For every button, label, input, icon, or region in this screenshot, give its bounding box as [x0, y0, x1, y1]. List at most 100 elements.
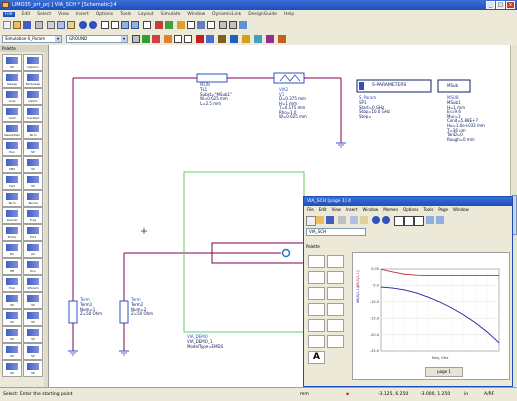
data-display-window[interactable]: VIA_SCH [page 1] 4 File Edit View Insert… [303, 196, 513, 387]
palette-item[interactable]: SP [23, 139, 43, 156]
ground-icon[interactable] [219, 21, 227, 29]
redo-icon[interactable] [382, 216, 390, 224]
via-symbol[interactable] [273, 72, 305, 84]
undo-icon[interactable] [79, 21, 87, 29]
sub-menu-file[interactable]: File [307, 206, 314, 214]
palette-item[interactable]: AC [23, 241, 43, 258]
polyline-icon[interactable] [308, 319, 325, 332]
palette-item[interactable]: Probe [2, 224, 22, 241]
copy-icon[interactable] [57, 21, 65, 29]
palette-item[interactable]: Optim [23, 88, 43, 105]
name-icon[interactable] [218, 35, 226, 43]
print-icon[interactable] [35, 21, 43, 29]
list-icon[interactable] [308, 303, 325, 316]
subwindow-combo[interactable]: VIA_SCH [306, 228, 366, 236]
menu-window[interactable]: Window [187, 12, 205, 17]
stop-icon[interactable] [196, 35, 204, 43]
mlin-symbol[interactable] [196, 73, 228, 83]
palette-item[interactable]: HB [2, 258, 22, 275]
copy-icon[interactable] [350, 216, 358, 224]
term1-symbol[interactable] [68, 300, 78, 324]
deactivate-icon[interactable] [164, 35, 172, 43]
component-history-icon[interactable] [132, 35, 140, 43]
new-icon[interactable] [3, 21, 11, 29]
rect-plot-icon[interactable] [308, 287, 325, 300]
menu-view[interactable]: View [58, 12, 69, 17]
table-icon[interactable] [327, 255, 344, 268]
palette-item[interactable]: Deemb [2, 207, 22, 224]
palette-item[interactable]: Yield [2, 105, 22, 122]
push-into-icon[interactable] [155, 21, 163, 29]
palette-item[interactable]: DC [2, 241, 22, 258]
var-icon[interactable] [239, 21, 247, 29]
insert-wire-icon[interactable] [230, 35, 238, 43]
equation-icon[interactable] [327, 303, 344, 316]
menu-select[interactable]: Select [37, 12, 51, 17]
menu-tools[interactable]: Tools [120, 12, 131, 17]
sub-menu-insert[interactable]: Insert [346, 206, 357, 214]
chevron-down-icon[interactable]: ▾ [55, 36, 61, 42]
sub-menu-momen[interactable]: Momen [383, 206, 398, 214]
simulate-run-icon[interactable] [242, 35, 250, 43]
rotate-icon[interactable] [184, 35, 192, 43]
save-icon[interactable] [23, 21, 31, 29]
menu-dynamiclink[interactable]: DynamicLink [212, 12, 241, 17]
palette-item[interactable]: SP [23, 343, 43, 360]
palette-item[interactable]: Fwd [2, 173, 22, 190]
palette-select[interactable]: Simulation-S_Param ▾ [2, 35, 62, 43]
menu-options[interactable]: Options [96, 12, 113, 17]
palette-item[interactable]: SP [23, 309, 43, 326]
stack-plot-icon[interactable] [327, 287, 344, 300]
sub-menu-edit[interactable]: Edit [319, 206, 327, 214]
layout-icon[interactable] [197, 21, 205, 29]
select-icon[interactable] [394, 216, 404, 226]
simulate-icon[interactable] [177, 21, 185, 29]
palette-item[interactable]: SweepPlan [2, 122, 22, 139]
sub-menu-window2[interactable]: Window [453, 206, 469, 214]
data-display-icon[interactable] [266, 35, 274, 43]
menu-help[interactable]: Help [284, 12, 294, 17]
palette-item[interactable]: Goal [2, 88, 22, 105]
view-all-icon[interactable] [143, 21, 151, 29]
mirror-icon[interactable] [174, 35, 182, 43]
cut-icon[interactable] [47, 21, 55, 29]
zoom-in-icon[interactable] [121, 21, 129, 29]
palette-item[interactable]: SP [23, 156, 43, 173]
minimize-button[interactable]: _ [486, 1, 495, 9]
sub-menu-tools[interactable]: Tools [423, 206, 433, 214]
palette-item[interactable]: YieldOpt [23, 105, 43, 122]
undo-icon[interactable] [372, 216, 380, 224]
menu-file[interactable]: File [3, 12, 15, 17]
ellipse-icon[interactable] [327, 335, 344, 348]
close-button[interactable]: x [506, 1, 515, 9]
polygon-icon[interactable] [327, 319, 344, 332]
palette-scrollbar[interactable] [44, 52, 48, 387]
palette-item[interactable]: SP [23, 326, 43, 343]
palette-item[interactable]: Env [23, 258, 43, 275]
select-icon[interactable] [101, 21, 109, 29]
rectangle-icon[interactable] [308, 335, 325, 348]
palette-item[interactable]: Tran [2, 275, 22, 292]
save-icon[interactable] [326, 216, 334, 224]
palette-item[interactable]: Freq [23, 207, 43, 224]
zoom-out-icon[interactable] [436, 216, 444, 224]
port-icon[interactable] [229, 21, 237, 29]
zoom-out-icon[interactable] [131, 21, 139, 29]
palette-item[interactable]: SP [23, 360, 43, 377]
wire-icon[interactable] [207, 21, 215, 29]
tune-icon[interactable] [187, 21, 195, 29]
new-icon[interactable] [306, 216, 316, 226]
page-tab[interactable]: page 1 [425, 367, 463, 377]
zoom-in-icon[interactable] [426, 216, 434, 224]
palette-item[interactable]: Term [2, 190, 22, 207]
menu-layout[interactable]: Layout [138, 12, 153, 17]
display-icon[interactable] [254, 35, 262, 43]
palette-item[interactable]: SP [2, 292, 22, 309]
palette-item[interactable]: Term [23, 122, 43, 139]
print-icon[interactable] [338, 216, 346, 224]
polar-icon[interactable] [308, 271, 325, 284]
palette-item[interactable]: TermG [23, 190, 43, 207]
move-icon[interactable] [206, 35, 214, 43]
palette-item[interactable]: SP [23, 173, 43, 190]
insert-ground-icon[interactable] [142, 35, 150, 43]
